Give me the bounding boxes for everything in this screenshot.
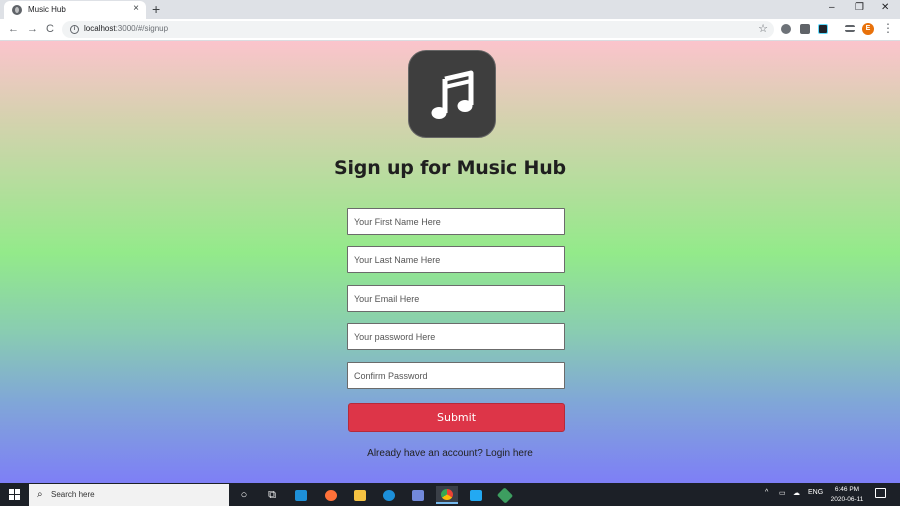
password-input[interactable]: [347, 323, 565, 350]
first-name-input[interactable]: [347, 208, 565, 235]
reload-button[interactable]: C: [46, 22, 54, 36]
language-indicator[interactable]: ENG: [808, 489, 823, 496]
gitkraken-icon[interactable]: [494, 486, 516, 504]
chrome-icon[interactable]: [436, 486, 458, 504]
music-note-icon: [431, 70, 474, 119]
signup-page: Sign up for Music Hub Submit Already hav…: [0, 41, 900, 483]
submit-button[interactable]: Submit: [348, 403, 565, 432]
confirm-password-input[interactable]: [347, 362, 565, 389]
tab-close-icon[interactable]: ×: [133, 3, 139, 15]
task-view-icon[interactable]: ⧉: [261, 486, 283, 504]
network-icon[interactable]: ☁: [793, 489, 800, 497]
back-button[interactable]: ←: [8, 22, 19, 36]
address-bar[interactable]: i localhost:3000/#/signup ☆: [62, 21, 774, 38]
app-logo: [408, 50, 496, 138]
new-tab-button[interactable]: +: [152, 1, 160, 17]
tab-title: Music Hub: [28, 5, 66, 14]
globe-icon: [12, 5, 22, 15]
bookmark-star-icon[interactable]: ☆: [758, 22, 768, 36]
system-clock[interactable]: 6:46 PM 2020-06-11: [826, 485, 868, 505]
browser-tab-bar: Music Hub × + – ❐ ✕: [0, 0, 900, 19]
close-window-button[interactable]: ✕: [881, 1, 889, 15]
notification-icon[interactable]: [875, 488, 886, 498]
react-devtools-icon[interactable]: [818, 24, 828, 34]
email-input[interactable]: [347, 285, 565, 312]
taskbar-search[interactable]: ⌕ Search here: [29, 484, 229, 506]
browser-tab[interactable]: Music Hub ×: [4, 1, 146, 19]
cortana-icon[interactable]: ○: [233, 486, 255, 504]
extension-icon[interactable]: [800, 24, 810, 34]
login-prompt: Already have an account? Login here: [0, 448, 900, 459]
media-control-icon[interactable]: [845, 25, 855, 32]
file-explorer-icon[interactable]: [349, 486, 371, 504]
info-icon[interactable]: i: [70, 25, 79, 34]
vscode-icon[interactable]: [465, 486, 487, 504]
browser-menu-icon[interactable]: ⋮: [882, 21, 894, 35]
edge-icon[interactable]: [378, 486, 400, 504]
forward-button[interactable]: →: [27, 22, 38, 36]
restore-button[interactable]: ❐: [855, 1, 864, 15]
clock-time: 6:46 PM: [834, 486, 860, 493]
discord-icon[interactable]: [407, 486, 429, 504]
browser-toolbar: ← → C i localhost:3000/#/signup ☆ E ⋮: [0, 19, 900, 41]
os-taskbar: ⌕ Search here ○ ⧉ ^ ▭ ☁ ENG 6:46 PM 2020…: [0, 483, 900, 506]
url-text: localhost:3000/#/signup: [84, 24, 168, 33]
last-name-input[interactable]: [347, 246, 565, 273]
windows-start-icon[interactable]: [9, 489, 20, 500]
mail-icon[interactable]: [290, 486, 312, 504]
profile-avatar[interactable]: E: [862, 23, 874, 35]
taskbar-search-text: Search here: [51, 490, 95, 499]
clock-date: 2020-06-11: [830, 496, 864, 503]
url-host: localhost: [84, 24, 116, 33]
login-prompt-text: Already have an account?: [367, 448, 486, 459]
url-path: :3000/#/signup: [115, 24, 169, 33]
firefox-icon[interactable]: [320, 486, 342, 504]
tray-chevron-icon[interactable]: ^: [765, 489, 768, 496]
search-icon: ⌕: [37, 489, 43, 500]
login-link[interactable]: Login here: [486, 448, 533, 459]
page-title: Sign up for Music Hub: [334, 157, 566, 179]
battery-icon[interactable]: ▭: [779, 489, 786, 497]
extension-icon[interactable]: [781, 24, 791, 34]
minimize-button[interactable]: –: [829, 1, 835, 15]
